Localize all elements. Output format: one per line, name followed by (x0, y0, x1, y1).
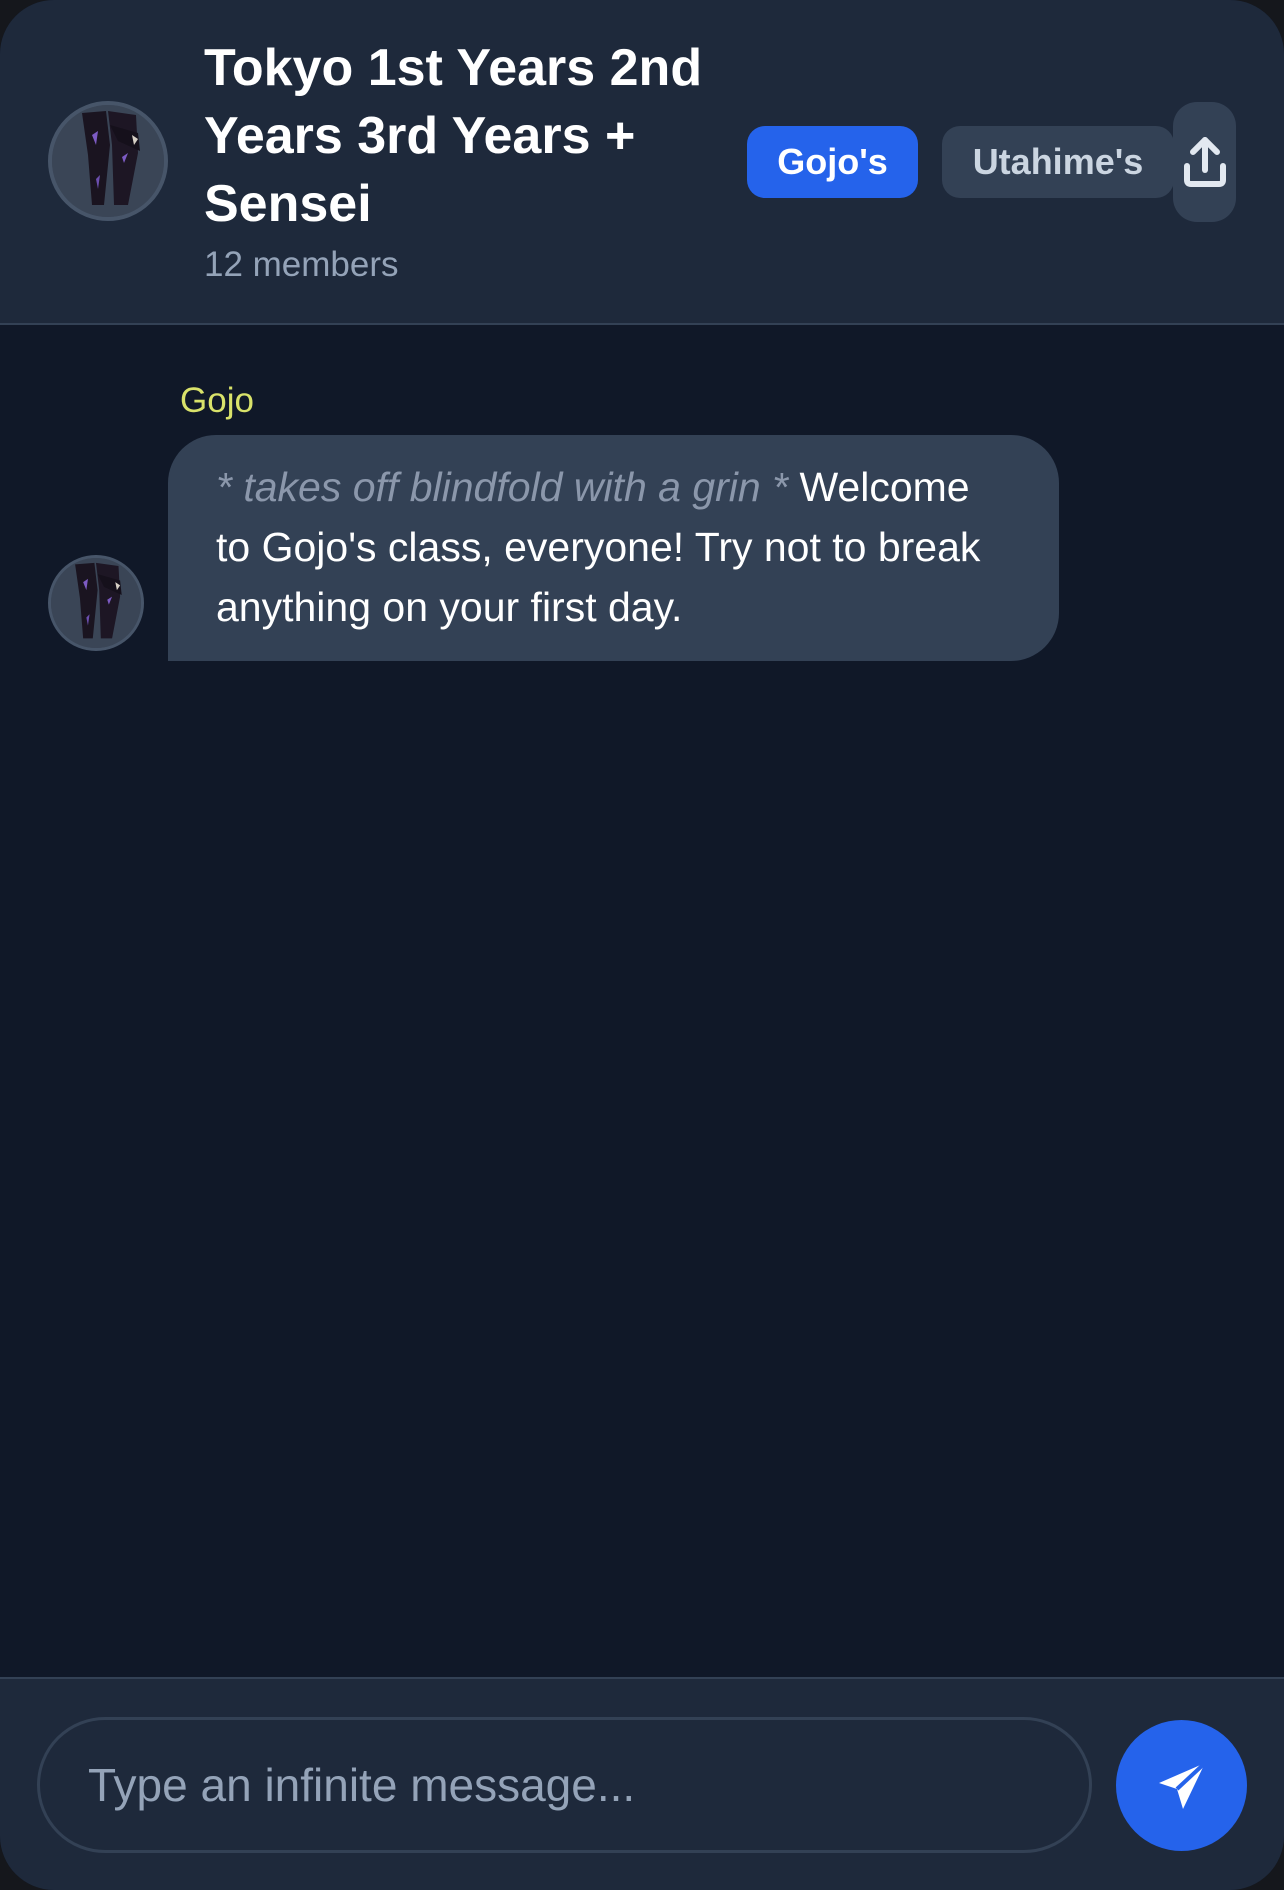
share-button[interactable] (1173, 102, 1236, 222)
group-title: Tokyo 1st Years 2nd Years 3rd Years + Se… (204, 39, 703, 233)
chat-header: Tokyo 1st Years 2nd Years 3rd Years + Se… (0, 0, 1284, 325)
send-icon (1116, 1759, 1247, 1813)
message-bubble: * takes off blindfold with a grin * Welc… (168, 435, 1059, 661)
chat-window: Tokyo 1st Years 2nd Years 3rd Years + Se… (0, 0, 1284, 1890)
message-composer (0, 1677, 1284, 1890)
utahime-class-button[interactable]: Utahime's (942, 126, 1174, 198)
sender-avatar[interactable] (48, 555, 144, 651)
message-sender-name: Gojo (180, 381, 254, 420)
gojo-class-button[interactable]: Gojo's (747, 126, 918, 198)
send-button[interactable] (1116, 1720, 1247, 1851)
message-list: Gojo * takes off blindfold with a grin *… (0, 325, 1284, 1678)
message-action-text: * takes off blindfold with a grin * (216, 464, 789, 510)
upload-icon (1173, 136, 1236, 188)
member-count: 12 members (204, 245, 399, 284)
group-avatar[interactable] (48, 101, 168, 221)
message-input[interactable] (37, 1717, 1092, 1853)
